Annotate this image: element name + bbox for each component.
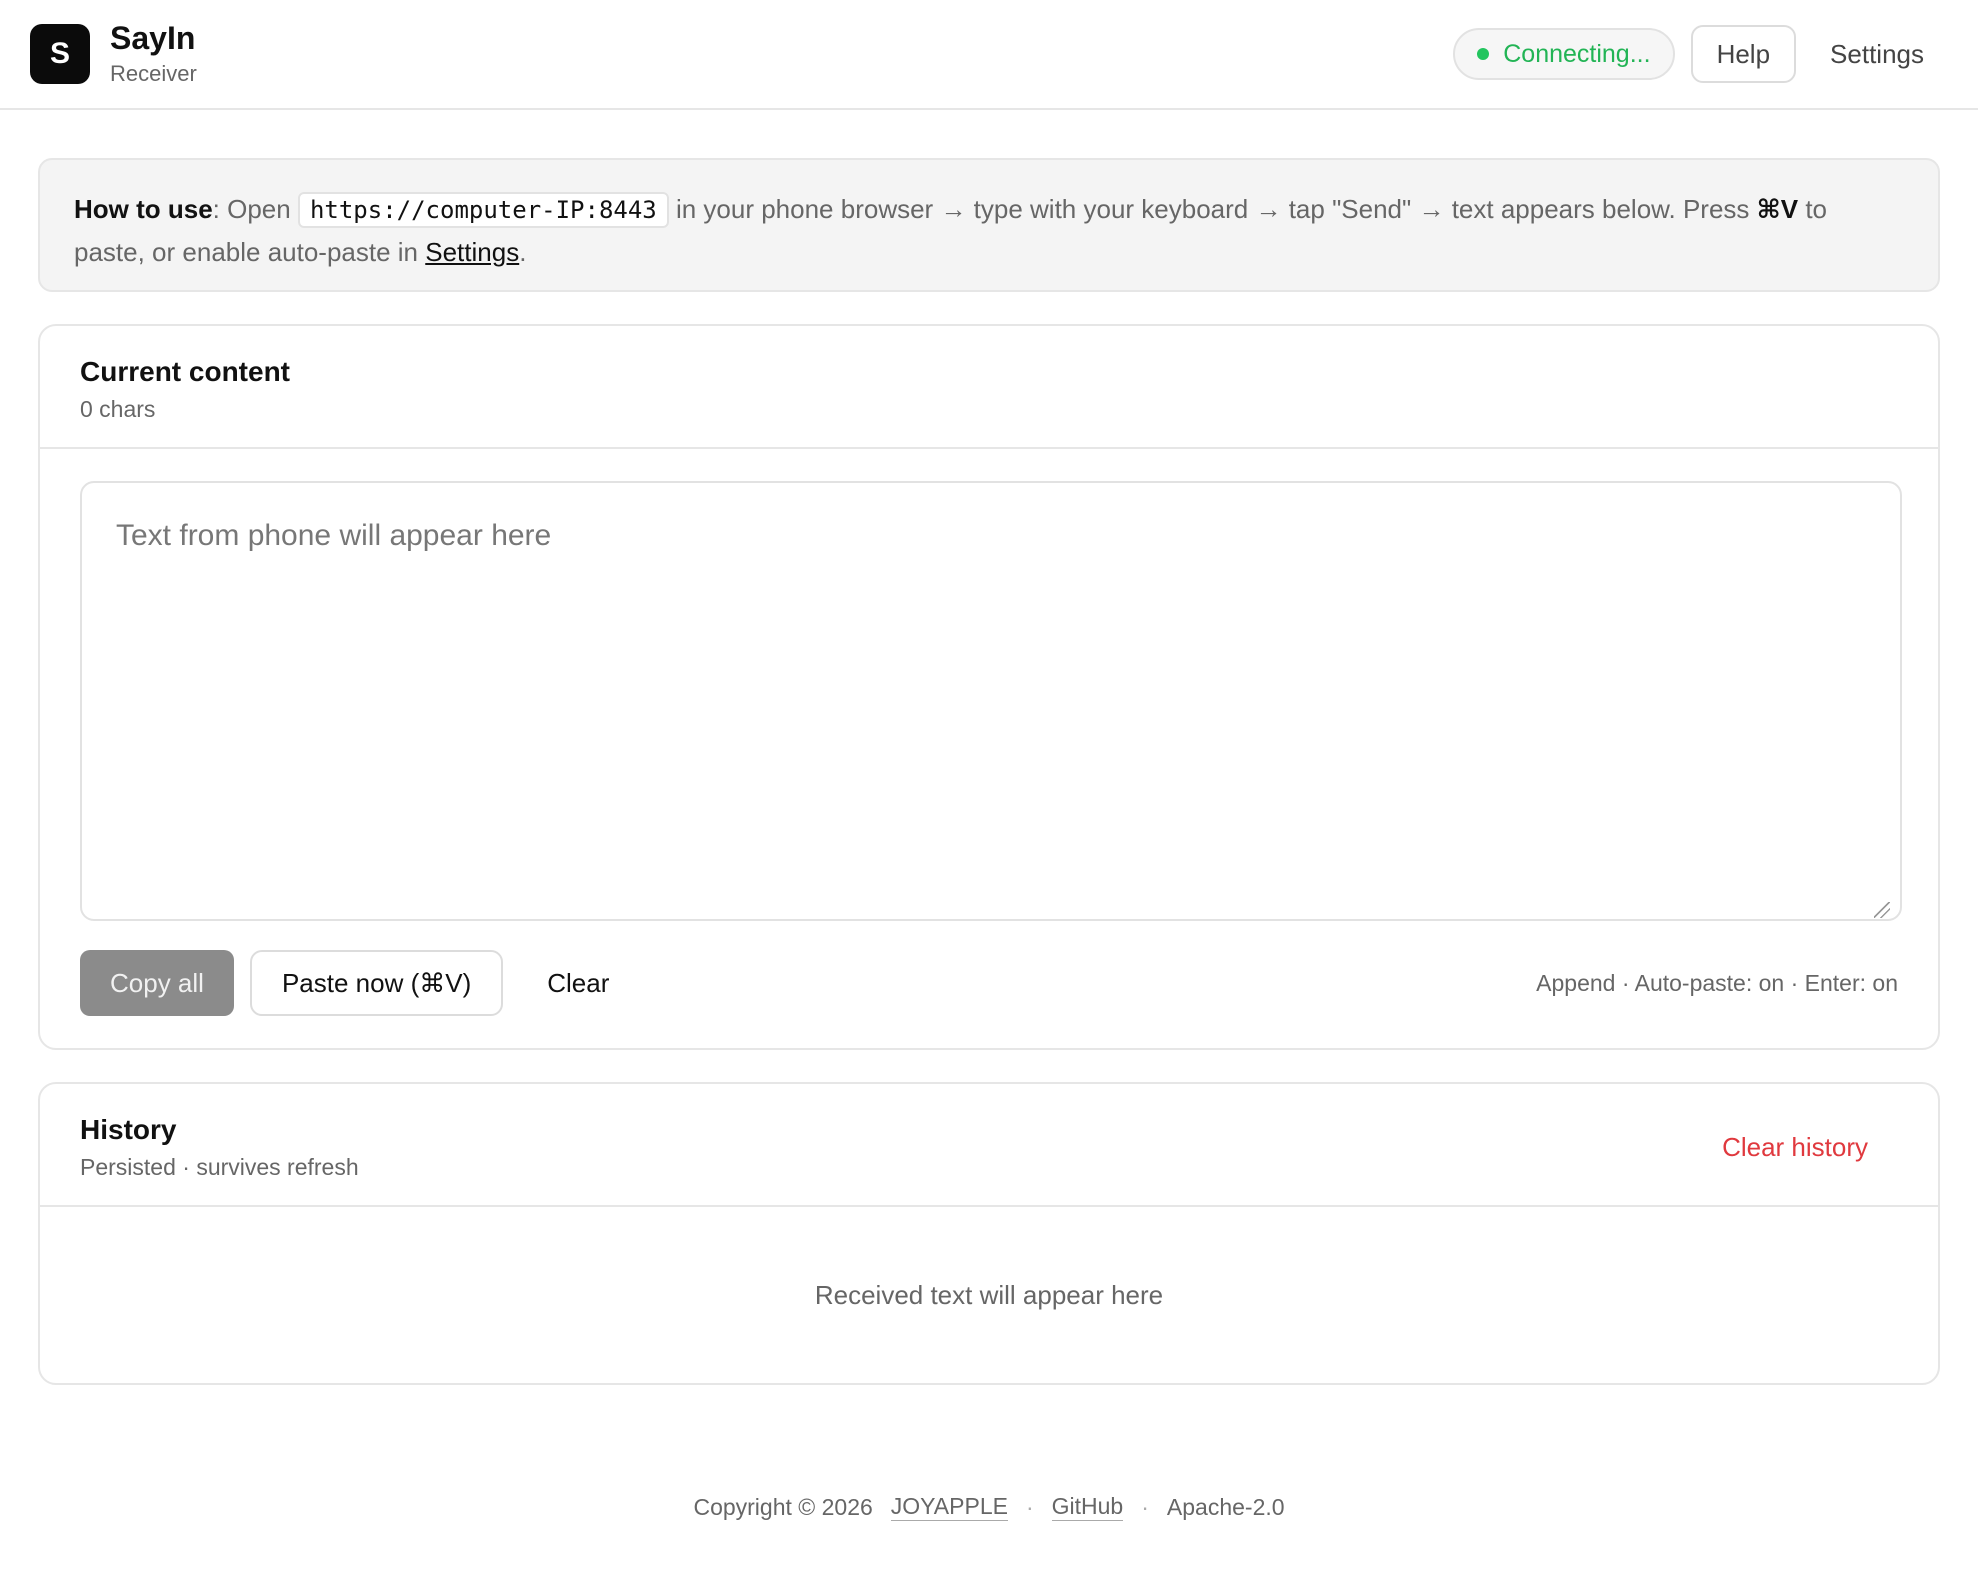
char-count: 0 chars <box>80 396 156 422</box>
mode-status-text: Append · Auto-paste: on · Enter: on <box>1536 969 1898 996</box>
owner-link[interactable]: JOYAPPLE <box>890 1493 1008 1521</box>
clear-history-button[interactable]: Clear history <box>1692 1122 1898 1173</box>
content-actions: Copy all Paste now (⌘V) Clear Append · A… <box>80 950 1898 1016</box>
how-to-end: . <box>519 237 527 267</box>
brand: SayIn Receiver <box>110 21 197 86</box>
history-card: History Persisted · survives refresh Cle… <box>38 1082 1940 1385</box>
history-empty-state: Received text will appear here <box>40 1207 1938 1383</box>
how-to-steps: in your phone browser → type with your k… <box>668 194 1757 224</box>
history-title: History <box>80 1114 177 1145</box>
how-to-intro: : Open <box>212 194 298 224</box>
settings-link[interactable]: Settings <box>425 237 519 267</box>
paste-now-button[interactable]: Paste now (⌘V) <box>249 950 504 1016</box>
footer-separator: · <box>1025 1493 1034 1520</box>
textarea-wrapper <box>80 481 1902 926</box>
status-dot-icon <box>1477 48 1490 60</box>
current-content-title: Current content <box>80 356 290 387</box>
history-header: History Persisted · survives refresh Cle… <box>40 1084 1938 1207</box>
app-title: SayIn <box>110 20 196 57</box>
app-logo: S <box>30 24 90 84</box>
app-subtitle: Receiver <box>110 60 197 86</box>
current-content-body: Copy all Paste now (⌘V) Clear Append · A… <box>40 449 1938 1048</box>
current-content-card: Current content 0 chars Copy all Paste n… <box>38 324 1940 1050</box>
help-button[interactable]: Help <box>1690 25 1797 83</box>
license-text: Apache-2.0 <box>1166 1493 1285 1520</box>
server-url: https://computer-IP:8443 <box>297 192 669 228</box>
github-link[interactable]: GitHub <box>1051 1493 1124 1521</box>
top-bar: S SayIn Receiver Connecting... Help Sett… <box>0 0 1978 110</box>
connection-status-badge: Connecting... <box>1453 28 1675 80</box>
history-empty-text: Received text will appear here <box>814 1279 1164 1310</box>
current-content-header: Current content 0 chars <box>40 326 1938 449</box>
resize-handle-icon[interactable] <box>1874 902 1890 918</box>
clear-button[interactable]: Clear <box>517 950 639 1016</box>
how-to-use-label: How to use <box>74 194 213 224</box>
copyright-text: Copyright © 2026 <box>693 1493 873 1520</box>
footer-separator: · <box>1141 1493 1149 1520</box>
history-subtitle: Persisted · survives refresh <box>80 1154 359 1180</box>
connection-status-label: Connecting... <box>1503 39 1651 68</box>
settings-button[interactable]: Settings <box>1806 25 1948 83</box>
how-to-use-banner: How to use: Open https://computer-IP:844… <box>38 158 1940 292</box>
footer: Copyright © 2026 JOYAPPLE · GitHub · Apa… <box>0 1493 1978 1521</box>
received-text-area[interactable] <box>80 481 1902 921</box>
copy-all-button[interactable]: Copy all <box>80 950 234 1016</box>
paste-shortcut: ⌘V <box>1756 194 1799 224</box>
